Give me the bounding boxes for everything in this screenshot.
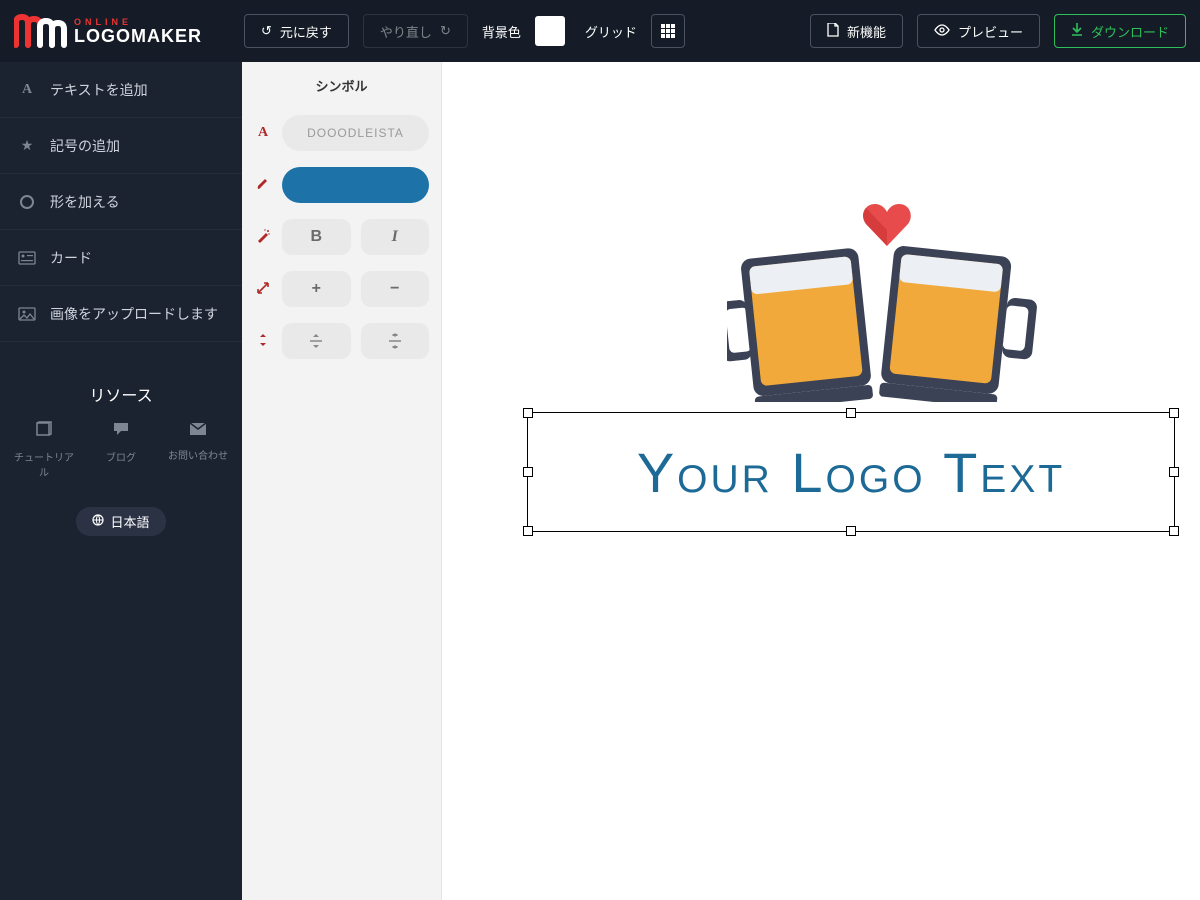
sidebar-item-label: 形を加える [50, 192, 120, 212]
grid-icon [661, 24, 675, 38]
sidebar-item-label: カード [50, 248, 92, 268]
spacing-icon [254, 333, 272, 350]
book-icon [35, 420, 53, 443]
download-label: ダウンロード [1091, 22, 1169, 41]
size-minus-button[interactable]: − [361, 271, 430, 307]
sidebar: A テキストを追加 ★ 記号の追加 形を加える カード 画像をアップロードします [0, 62, 242, 900]
resize-handle[interactable] [523, 408, 533, 418]
logo-text[interactable]: Your Logo Text [528, 413, 1174, 531]
resource-label: お問い合わせ [168, 447, 228, 462]
sidebar-item-label: 記号の追加 [50, 136, 120, 156]
circle-icon [18, 193, 36, 211]
text-icon: A [18, 81, 36, 99]
resize-handle[interactable] [1169, 526, 1179, 536]
resize-handle[interactable] [846, 526, 856, 536]
language-selector[interactable]: 日本語 [76, 507, 165, 536]
resize-handle[interactable] [846, 408, 856, 418]
undo-label: 元に戻す [280, 22, 332, 41]
font-selector[interactable]: DOOODLEISTA [282, 115, 429, 151]
sidebar-item-add-text[interactable]: A テキストを追加 [0, 62, 242, 118]
sidebar-item-add-symbol[interactable]: ★ 記号の追加 [0, 118, 242, 174]
sidebar-item-card[interactable]: カード [0, 230, 242, 286]
redo-button[interactable]: やり直し ↻ [363, 14, 468, 48]
italic-button[interactable]: I [361, 219, 430, 255]
redo-icon: ↻ [440, 23, 451, 39]
sidebar-item-add-shape[interactable]: 形を加える [0, 174, 242, 230]
preview-label: プレビュー [958, 22, 1023, 41]
speech-icon [112, 420, 130, 443]
globe-icon [92, 514, 104, 529]
bgcolor-swatch[interactable] [535, 16, 565, 46]
resize-handle[interactable] [523, 526, 533, 536]
bgcolor-label: 背景色 [482, 22, 521, 41]
resize-icon [254, 281, 272, 298]
grid-label: グリッド [585, 22, 637, 41]
brand-big: LOGOMAKER [74, 27, 202, 45]
sidebar-item-label: テキストを追加 [50, 80, 148, 100]
font-icon: A [254, 125, 272, 141]
whatsnew-label: 新機能 [847, 22, 886, 41]
resource-tutorial[interactable]: チュートリアル [14, 420, 74, 479]
tool-panel-title: シンボル [254, 76, 429, 95]
document-icon [827, 23, 839, 40]
resize-handle[interactable] [1169, 408, 1179, 418]
grid-toggle-button[interactable] [651, 14, 685, 48]
resize-handle[interactable] [1169, 467, 1179, 477]
resources-section: リソース チュートリアル ブログ [0, 382, 242, 564]
mail-icon [189, 420, 207, 441]
download-icon [1071, 23, 1083, 40]
resource-label: チュートリアル [14, 449, 74, 479]
logo-artwork[interactable] [587, 202, 1187, 402]
resource-contact[interactable]: お問い合わせ [168, 420, 228, 479]
resource-blog[interactable]: ブログ [106, 420, 136, 479]
spacing-loose-button[interactable] [361, 323, 430, 359]
redo-label: やり直し [380, 22, 432, 41]
spacing-tight-button[interactable] [282, 323, 351, 359]
resize-handle[interactable] [523, 467, 533, 477]
topbar: ONLINE LOGOMAKER ↺ 元に戻す やり直し ↻ 背景色 グリッド … [0, 0, 1200, 62]
star-icon: ★ [18, 137, 36, 155]
size-plus-button[interactable]: + [282, 271, 351, 307]
text-selection-box[interactable]: Your Logo Text [527, 412, 1175, 532]
logo-mark-icon [14, 13, 68, 49]
undo-icon: ↺ [261, 23, 272, 39]
tool-panel: シンボル A DOOODLEISTA B I + [242, 62, 442, 900]
bold-button[interactable]: B [282, 219, 351, 255]
color-selector[interactable] [282, 167, 429, 203]
app-logo: ONLINE LOGOMAKER [14, 13, 202, 49]
canvas[interactable]: Your Logo Text 重複 前に持っていく 後ろに持っていく 消す [442, 62, 1200, 900]
undo-button[interactable]: ↺ 元に戻す [244, 14, 349, 48]
download-button[interactable]: ダウンロード [1054, 14, 1186, 48]
whatsnew-button[interactable]: 新機能 [810, 14, 903, 48]
preview-button[interactable]: プレビュー [917, 14, 1040, 48]
sidebar-item-label: 画像をアップロードします [50, 304, 218, 324]
sidebar-item-upload-image[interactable]: 画像をアップロードします [0, 286, 242, 342]
brush-icon [254, 177, 272, 194]
card-icon [18, 249, 36, 267]
image-icon [18, 305, 36, 323]
resource-label: ブログ [106, 449, 136, 464]
resources-title: リソース [0, 382, 242, 406]
eye-icon [934, 24, 950, 39]
language-label: 日本語 [110, 512, 149, 531]
beer-mugs-icon [727, 222, 1047, 402]
wand-icon [254, 229, 272, 246]
